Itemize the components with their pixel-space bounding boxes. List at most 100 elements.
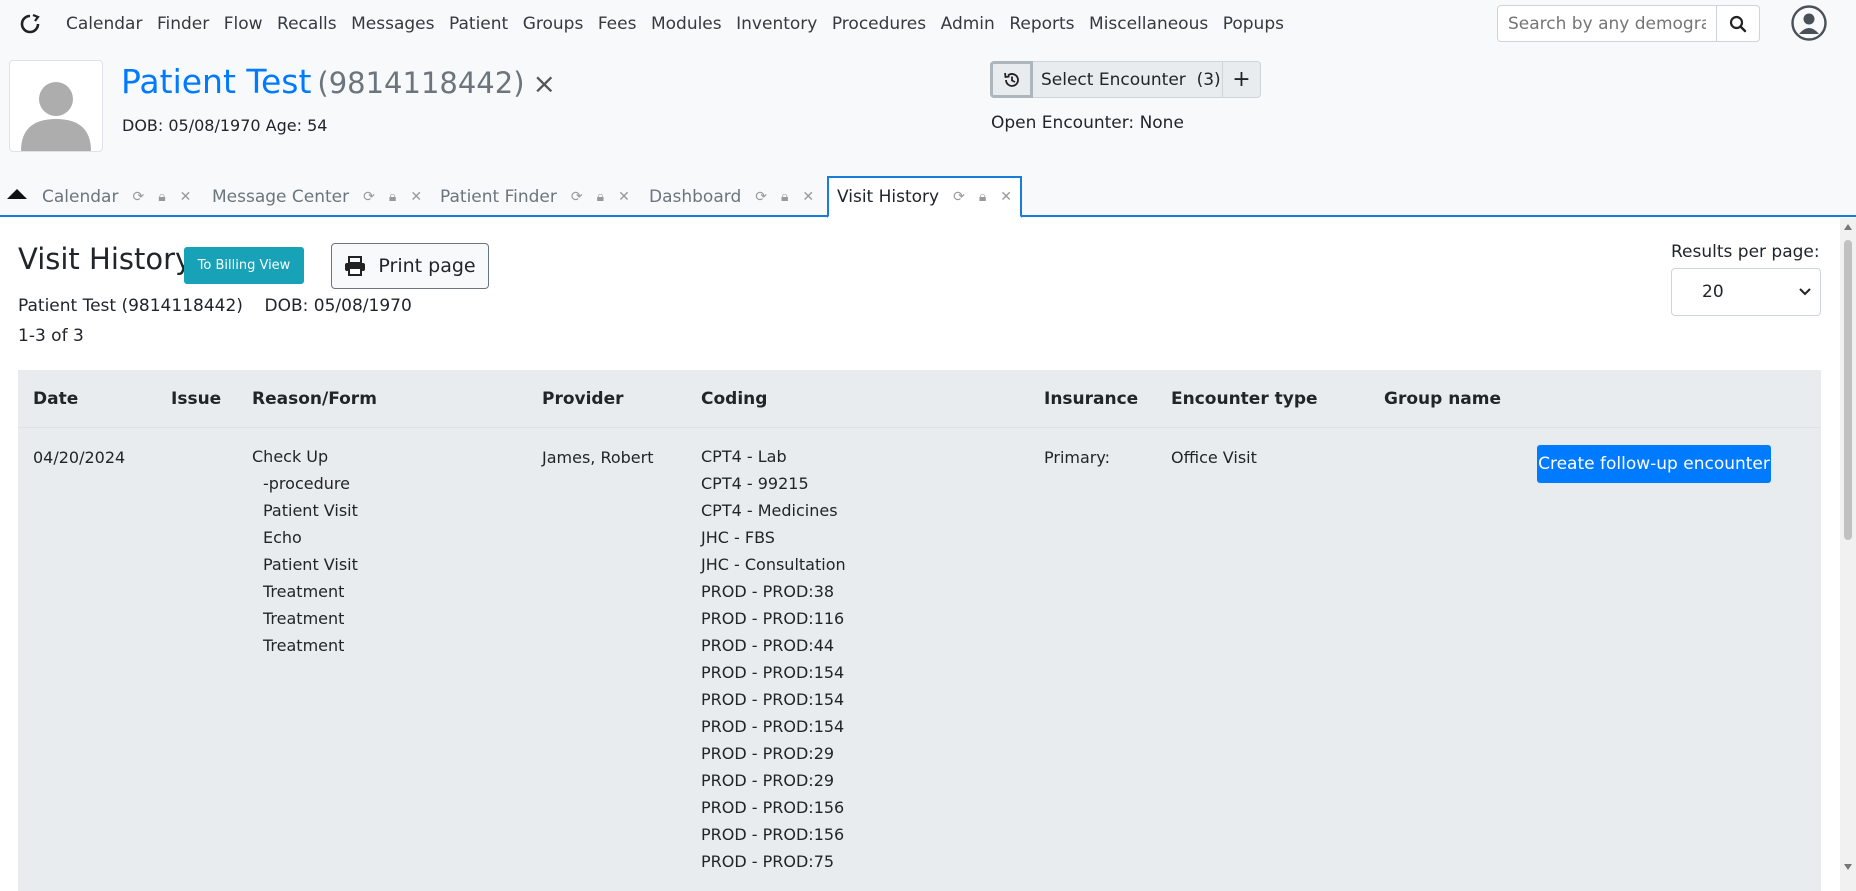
user-account-icon[interactable] xyxy=(1790,4,1828,46)
lock-icon[interactable]: 🔒︎ xyxy=(389,189,396,205)
reason-item: Echo xyxy=(263,528,302,547)
lock-icon[interactable]: 🔒︎ xyxy=(597,189,604,205)
select-encounter-dropdown[interactable]: Select Encounter (3) xyxy=(1033,61,1223,98)
coding-item: PROD - PROD:156 xyxy=(701,825,845,844)
coding-item: PROD - PROD:156 xyxy=(701,798,845,817)
col-reason: Reason/Form xyxy=(252,389,377,409)
refresh-icon[interactable]: ⟳ xyxy=(755,189,767,205)
menu-messages[interactable]: Messages xyxy=(351,14,434,34)
table-header: Date Issue Reason/Form Provider Coding I… xyxy=(18,370,1821,428)
lock-icon[interactable]: 🔒︎ xyxy=(979,189,986,205)
menu-modules[interactable]: Modules xyxy=(651,14,722,34)
printer-icon xyxy=(345,256,366,276)
tab-label: Dashboard xyxy=(649,187,742,207)
result-count: 1-3 of 3 xyxy=(18,326,84,346)
search-icon xyxy=(1729,15,1747,32)
search-button[interactable] xyxy=(1717,5,1760,42)
visit-table: Date Issue Reason/Form Provider Coding I… xyxy=(18,370,1821,891)
menu-miscellaneous[interactable]: Miscellaneous xyxy=(1089,14,1208,34)
refresh-icon[interactable]: ⟳ xyxy=(132,189,144,205)
encounter-count: (3) xyxy=(1196,69,1221,90)
scroll-down-arrow-icon[interactable] xyxy=(1844,864,1852,870)
to-billing-view-button[interactable]: To Billing View xyxy=(184,247,304,284)
print-page-button[interactable]: Print page xyxy=(331,243,489,289)
coding-item: CPT4 - 99215 xyxy=(701,474,809,493)
reason-item: Patient Visit xyxy=(263,555,358,574)
refresh-icon[interactable]: ⟳ xyxy=(571,189,583,205)
tab-calendar[interactable]: Calendar ⟳ 🔒︎ ✕ xyxy=(42,182,191,212)
reason-item: Check Up xyxy=(252,447,329,466)
main-menu: Calendar Finder Flow Recalls Messages Pa… xyxy=(66,14,1298,34)
close-icon[interactable]: ✕ xyxy=(410,189,422,205)
menu-reports[interactable]: Reports xyxy=(1009,14,1074,34)
cell-reason[interactable]: Check Up -procedure Patient Visit Echo P… xyxy=(252,448,358,664)
lock-icon[interactable]: 🔒︎ xyxy=(158,189,165,205)
patient-summary-name: Patient Test (9814118442) xyxy=(18,296,243,316)
col-group-name: Group name xyxy=(1384,389,1502,409)
patient-summary-dob: DOB: 05/08/1970 xyxy=(264,296,412,316)
visit-history-panel: Visit History To Billing View Print page… xyxy=(0,218,1840,891)
col-encounter-type: Encounter type xyxy=(1171,389,1318,409)
scroll-thumb[interactable] xyxy=(1844,240,1852,540)
close-icon[interactable]: ✕ xyxy=(1000,189,1012,205)
coding-item: PROD - PROD:38 xyxy=(701,582,835,601)
history-icon xyxy=(1003,72,1019,87)
tab-message-center[interactable]: Message Center ⟳ 🔒︎ ✕ xyxy=(212,182,422,212)
refresh-icon[interactable]: ⟳ xyxy=(953,189,965,205)
encounter-history-button[interactable] xyxy=(990,61,1033,98)
reason-item: Treatment xyxy=(263,582,345,601)
search-input[interactable] xyxy=(1497,5,1717,42)
coding-item: CPT4 - Medicines xyxy=(701,501,838,520)
tab-label: Message Center xyxy=(212,187,350,207)
menu-groups[interactable]: Groups xyxy=(523,14,584,34)
refresh-icon[interactable]: ⟳ xyxy=(363,189,375,205)
col-insurance: Insurance xyxy=(1044,389,1139,409)
coding-item: PROD - PROD:154 xyxy=(701,663,845,682)
col-provider: Provider xyxy=(542,389,624,409)
tab-visit-history[interactable]: Visit History ⟳ 🔒︎ ✕ xyxy=(827,176,1023,218)
open-encounter-text: Open Encounter: None xyxy=(991,113,1184,133)
patient-title: Patient Test (9814118442) × xyxy=(121,62,556,101)
menu-finder[interactable]: Finder xyxy=(157,14,209,34)
menu-patient[interactable]: Patient xyxy=(449,14,508,34)
tab-label: Patient Finder xyxy=(440,187,557,207)
select-encounter-label: Select Encounter xyxy=(1041,69,1186,90)
cell-coding: CPT4 - Lab CPT4 - 99215 CPT4 - Medicines… xyxy=(701,448,846,880)
menu-fees[interactable]: Fees xyxy=(598,14,637,34)
tab-dashboard[interactable]: Dashboard ⟳ 🔒︎ ✕ xyxy=(649,182,814,212)
results-per-page-value: 20 xyxy=(1702,282,1724,302)
tab-label: Visit History xyxy=(837,187,940,207)
menu-inventory[interactable]: Inventory xyxy=(736,14,817,34)
coding-item: PROD - PROD:29 xyxy=(701,771,835,790)
scroll-up-arrow-icon[interactable] xyxy=(1844,224,1852,230)
add-encounter-button[interactable]: + xyxy=(1223,61,1261,98)
close-icon[interactable]: ✕ xyxy=(180,189,192,205)
patient-dob-age: DOB: 05/08/1970 Age: 54 xyxy=(122,116,328,135)
menu-popups[interactable]: Popups xyxy=(1223,14,1284,34)
tab-bar: Calendar ⟳ 🔒︎ ✕ Message Center ⟳ 🔒︎ ✕ Pa… xyxy=(0,176,1856,218)
coding-item: JHC - FBS xyxy=(701,528,775,547)
menu-flow[interactable]: Flow xyxy=(224,14,263,34)
menu-admin[interactable]: Admin xyxy=(941,14,995,34)
menu-recalls[interactable]: Recalls xyxy=(277,14,337,34)
coding-item: PROD - PROD:75 xyxy=(701,852,835,871)
close-icon[interactable]: ✕ xyxy=(802,189,814,205)
content-scrollbar[interactable] xyxy=(1840,218,1856,891)
top-navbar: Calendar Finder Flow Recalls Messages Pa… xyxy=(0,0,1856,48)
tab-patient-finder[interactable]: Patient Finder ⟳ 🔒︎ ✕ xyxy=(440,182,630,212)
menu-calendar[interactable]: Calendar xyxy=(66,14,142,34)
collapse-caret-icon[interactable] xyxy=(7,185,27,204)
patient-name[interactable]: Patient Test xyxy=(121,62,311,101)
create-follow-up-encounter-button[interactable]: Create follow-up encounter xyxy=(1537,445,1771,483)
col-coding: Coding xyxy=(701,389,768,409)
results-per-page-select[interactable]: 20 xyxy=(1671,268,1821,316)
tab-label: Calendar xyxy=(42,187,119,207)
menu-procedures[interactable]: Procedures xyxy=(832,14,926,34)
close-patient-icon[interactable]: × xyxy=(533,67,556,100)
cell-date[interactable]: 04/20/2024 xyxy=(33,448,125,467)
col-date: Date xyxy=(33,389,79,409)
close-icon[interactable]: ✕ xyxy=(618,189,630,205)
openemr-logo-icon[interactable] xyxy=(16,10,44,38)
chevron-down-icon xyxy=(1799,288,1811,296)
lock-icon[interactable]: 🔒︎ xyxy=(781,189,788,205)
